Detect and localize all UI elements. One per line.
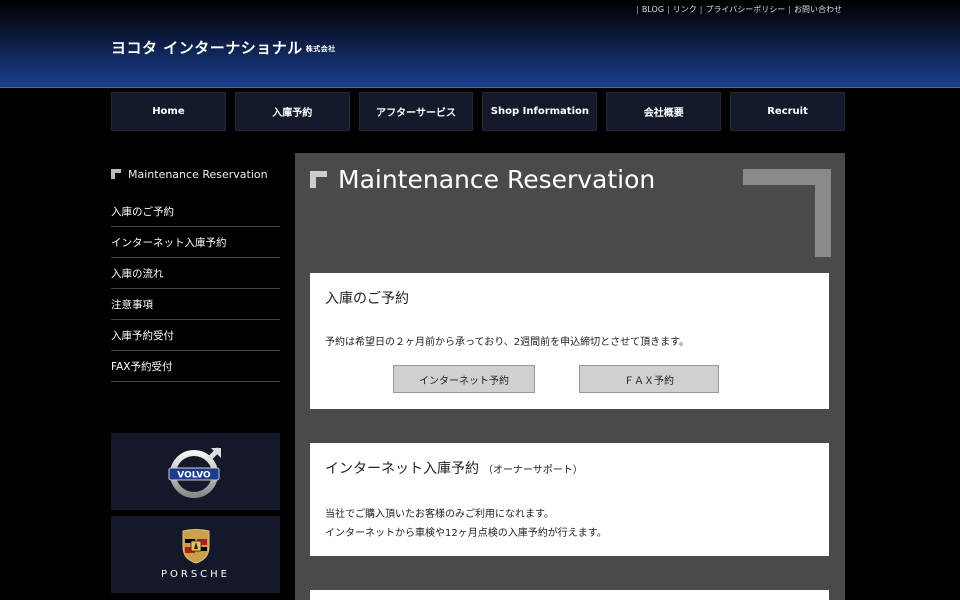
porsche-crest-icon [182, 529, 209, 564]
porsche-banner[interactable]: PORSCHE [111, 516, 280, 593]
corner-bracket-icon [111, 169, 121, 179]
global-nav: Home 入庫予約 アフターサービス Shop Information 会社概要… [111, 92, 845, 131]
nav-reservation[interactable]: 入庫予約 [234, 92, 350, 131]
reservation-description: 予約は希望日の２ヶ月前から承っており、2週間前を申込締切とさせて頂きます。 [325, 337, 690, 348]
corner-bracket-icon [310, 171, 327, 188]
top-links: | BLOG | リンク | プライバシーポリシー | お問い合わせ [636, 5, 842, 14]
sidebar-item-internet-reservation[interactable]: インターネット入庫予約 [111, 227, 280, 258]
page-title: Maintenance Reservation [338, 165, 656, 194]
main-content: Maintenance Reservation 入庫のご予約 予約は希望日の２ヶ… [295, 153, 845, 600]
nav-home[interactable]: Home [111, 92, 226, 131]
logo-small-text: 株式会社 [305, 44, 336, 53]
sidebar-list: 入庫のご予約 インターネット入庫予約 入庫の流れ 注意事項 入庫予約受付 FAX… [111, 196, 280, 382]
sidebar-item-flow[interactable]: 入庫の流れ [111, 258, 280, 289]
top-link-blog[interactable]: BLOG [642, 5, 664, 14]
reservation-buttons: インターネット予約 ＦＡＸ予約 [393, 365, 719, 393]
nav-shop-information[interactable]: Shop Information [482, 92, 598, 131]
corner-decoration [743, 169, 831, 257]
page: | BLOG | リンク | プライバシーポリシー | お問い合わせ ヨコタ インターナショナ… [0, 0, 960, 600]
top-link-privacy[interactable]: プライバシーポリシー [705, 5, 785, 14]
top-link-contact[interactable]: お問い合わせ [794, 5, 842, 14]
internet-heading-sub: （オーナーサポート） [483, 465, 583, 476]
sidebar: Maintenance Reservation 入庫のご予約 インターネット入庫… [111, 163, 280, 382]
nav-company[interactable]: 会社概要 [606, 92, 722, 131]
site-logo[interactable]: ヨコタ インターナショナル 株式会社 [111, 37, 336, 58]
reservation-card: 入庫のご予約 予約は希望日の２ヶ月前から承っており、2週間前を申込締切とさせて頂… [310, 273, 829, 409]
volvo-logo-icon: VOLVO [168, 446, 221, 498]
volvo-banner[interactable]: VOLVO [111, 433, 280, 510]
volvo-logo-text: VOLVO [177, 470, 211, 480]
internet-heading-text: インターネット入庫予約 [325, 461, 479, 477]
sidebar-title-text: Maintenance Reservation [128, 167, 268, 181]
sidebar-item-notes[interactable]: 注意事項 [111, 289, 280, 320]
internet-reservation-line-1: 当社でご購入頂いたお客様のみご利用になれます。 [325, 509, 554, 520]
nav-after-service[interactable]: アフターサービス [358, 92, 474, 131]
sidebar-title: Maintenance Reservation [111, 163, 280, 185]
internet-reservation-line-2: インターネットから車検や12ヶ月点検の入庫予約が行えます。 [325, 528, 607, 539]
reservation-heading: 入庫のご予約 [325, 291, 409, 307]
internet-reservation-heading: インターネット入庫予約 （オーナーサポート） [325, 458, 583, 478]
main-title: Maintenance Reservation [310, 165, 655, 194]
top-link-links[interactable]: リンク [673, 5, 697, 14]
fax-reservation-button[interactable]: ＦＡＸ予約 [579, 365, 719, 393]
internet-reservation-button[interactable]: インターネット予約 [393, 365, 535, 393]
logo-text: ヨコタ インターナショナル [111, 39, 303, 57]
internet-reservation-card: インターネット入庫予約 （オーナーサポート） 当社でご購入頂いたお客様のみご利用に… [310, 443, 829, 556]
sidebar-item-reservation[interactable]: 入庫のご予約 [111, 196, 280, 227]
porsche-wordmark: PORSCHE [160, 569, 231, 580]
sidebar-item-fax[interactable]: FAX予約受付 [111, 351, 280, 382]
header: | BLOG | リンク | プライバシーポリシー | お問い合わせ ヨコタ インターナショナ… [0, 0, 960, 88]
next-card [310, 590, 829, 600]
sidebar-item-reception[interactable]: 入庫予約受付 [111, 320, 280, 351]
nav-recruit[interactable]: Recruit [730, 92, 845, 131]
